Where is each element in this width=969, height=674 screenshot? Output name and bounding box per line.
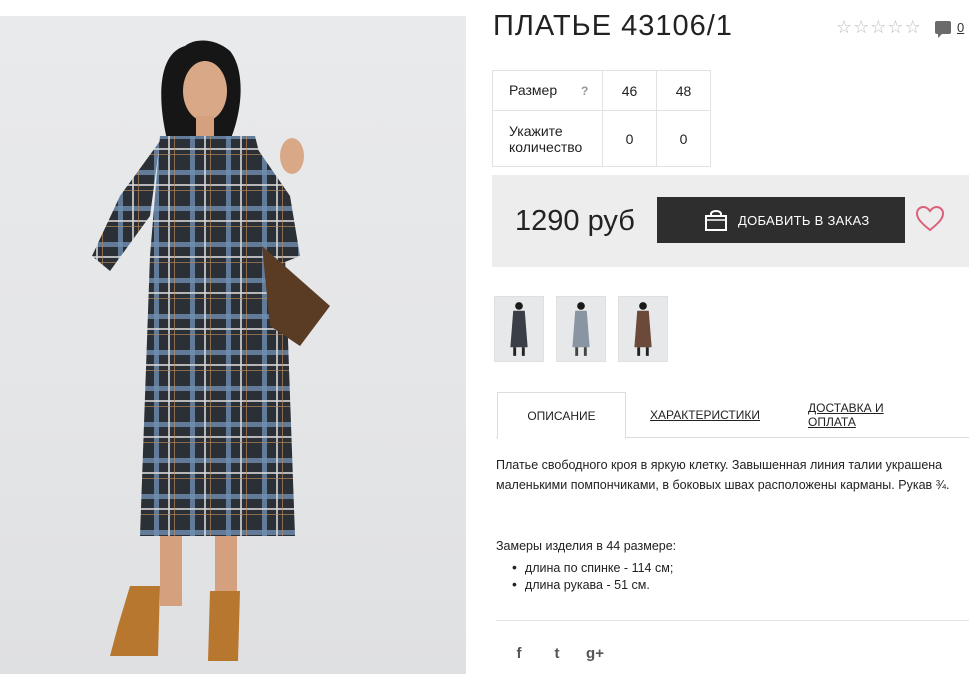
rating-stars[interactable]: ☆ ☆ ☆ ☆ ☆ (836, 18, 921, 36)
quantity-row: Укажите количество 0 0 (492, 110, 711, 167)
list-item: длина по спинке - 114 см; (512, 559, 673, 576)
star-icon[interactable]: ☆ (853, 18, 869, 36)
quantity-label: Укажите количество (492, 110, 603, 167)
add-to-order-label: ДОБАВИТЬ В ЗАКАЗ (738, 212, 870, 228)
size-label: Размер (509, 82, 558, 98)
buy-box: 1290 руб ДОБАВИТЬ В ЗАКАЗ (492, 175, 969, 267)
measures-list: длина по спинке - 114 см; длина рукава -… (512, 559, 673, 593)
size-option[interactable]: 46 (602, 70, 657, 111)
size-table: Размер ? 46 48 Укажите количество 0 0 (492, 70, 711, 167)
star-icon[interactable]: ☆ (887, 18, 903, 36)
google-plus-icon[interactable]: g+ (586, 645, 604, 662)
size-option[interactable]: 48 (656, 70, 711, 111)
product-description: Платье свободного кроя в яркую клетку. З… (496, 458, 950, 492)
size-help-icon[interactable]: ? (581, 84, 588, 98)
list-item: длина рукава - 51 см. (512, 576, 673, 593)
shopping-bag-icon (705, 210, 727, 231)
thumbnail-image[interactable] (556, 296, 606, 362)
tab-characteristics[interactable]: ХАРАКТЕРИСТИКИ (646, 392, 764, 438)
thumbnail-image[interactable] (618, 296, 668, 362)
thumbnail-gallery (494, 296, 668, 362)
measures-title: Замеры изделия в 44 размере: (496, 539, 677, 553)
size-row: Размер ? 46 48 (492, 70, 711, 111)
social-share: f t g+ (510, 645, 604, 662)
product-title: ПЛАТЬЕ 43106/1 (493, 10, 733, 42)
quantity-input[interactable]: 0 (602, 110, 657, 167)
thumbnail-image[interactable] (494, 296, 544, 362)
star-icon[interactable]: ☆ (836, 18, 852, 36)
heart-icon[interactable] (916, 206, 944, 232)
product-price: 1290 руб (515, 205, 635, 237)
product-main-image[interactable] (0, 16, 466, 674)
divider (496, 620, 969, 621)
tab-description[interactable]: ОПИСАНИЕ (497, 392, 626, 439)
star-icon[interactable]: ☆ (870, 18, 886, 36)
comment-icon (935, 21, 951, 38)
twitter-icon[interactable]: t (548, 645, 566, 662)
size-label-cell: Размер ? (492, 70, 603, 111)
product-tabs: ОПИСАНИЕ ХАРАКТЕРИСТИКИ ДОСТАВКА И ОПЛАТ… (496, 392, 969, 439)
tab-delivery-payment[interactable]: ДОСТАВКА И ОПЛАТА (808, 392, 934, 438)
quantity-input[interactable]: 0 (656, 110, 711, 167)
star-icon[interactable]: ☆ (905, 18, 921, 36)
comment-count[interactable]: 0 (957, 20, 964, 35)
facebook-icon[interactable]: f (510, 645, 528, 662)
add-to-order-button[interactable]: ДОБАВИТЬ В ЗАКАЗ (657, 197, 905, 243)
comments-link[interactable]: 0 (935, 20, 964, 38)
